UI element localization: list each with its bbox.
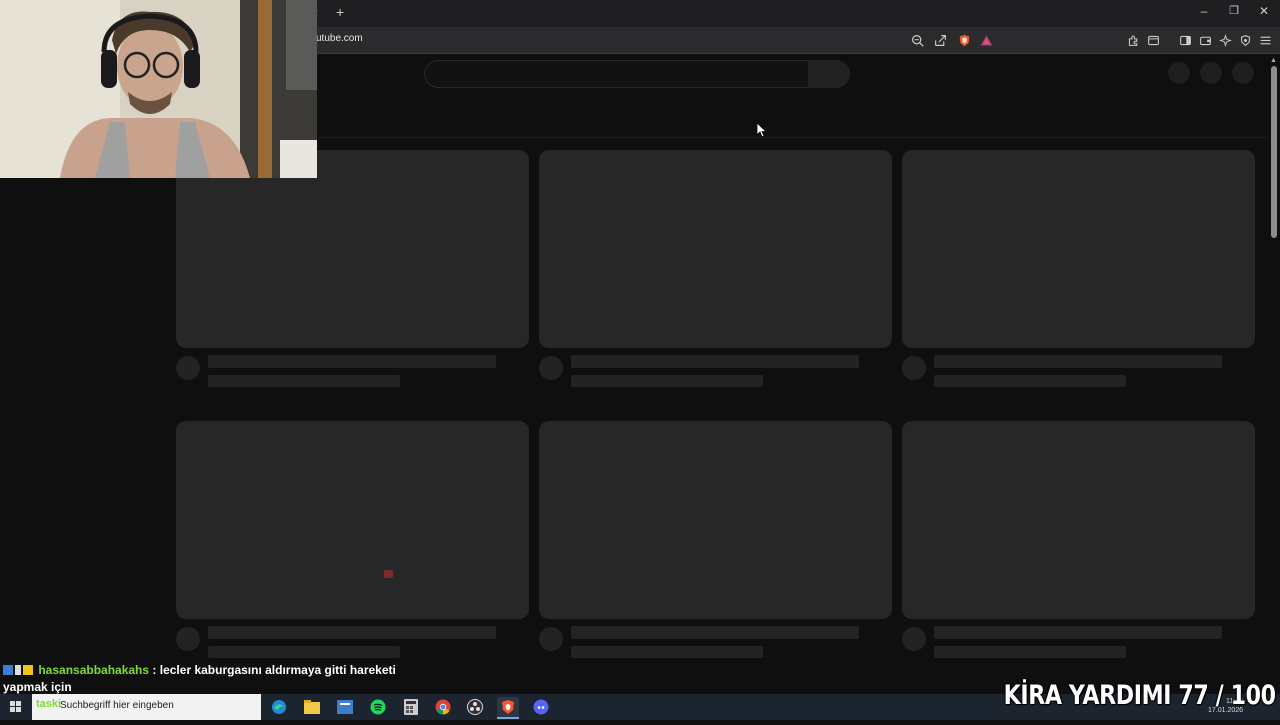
video-meta-placeholder bbox=[208, 646, 400, 658]
app-icon[interactable] bbox=[334, 697, 356, 717]
video-card-skeleton[interactable] bbox=[176, 150, 529, 387]
notifications-icon[interactable] bbox=[1200, 62, 1222, 84]
video-title-placeholder bbox=[934, 355, 1222, 368]
menu-icon[interactable] bbox=[1257, 32, 1273, 48]
discord-icon[interactable] bbox=[530, 697, 552, 717]
channel-avatar[interactable] bbox=[902, 627, 926, 651]
search-button[interactable] bbox=[808, 60, 850, 88]
zoom-icon[interactable] bbox=[909, 32, 925, 48]
video-card-skeleton[interactable] bbox=[902, 150, 1255, 387]
url-field[interactable]: utube.com bbox=[316, 33, 363, 44]
vpn-icon[interactable] bbox=[1237, 32, 1253, 48]
video-title-placeholder bbox=[571, 626, 859, 639]
video-thumbnail[interactable] bbox=[902, 150, 1255, 348]
wallet-icon[interactable] bbox=[1197, 32, 1213, 48]
video-title-placeholder bbox=[208, 626, 496, 639]
video-title-placeholder bbox=[934, 626, 1222, 639]
sidebar-icon[interactable] bbox=[1177, 32, 1193, 48]
leo-ai-icon[interactable] bbox=[1217, 32, 1233, 48]
badge-icon bbox=[3, 665, 13, 675]
search-prefix-text: taski bbox=[36, 698, 62, 710]
calculator-icon[interactable] bbox=[400, 697, 422, 717]
video-title-placeholder bbox=[208, 355, 496, 368]
mouse-cursor-icon bbox=[757, 123, 767, 137]
search-placeholder: Suchbegriff hier eingeben bbox=[60, 700, 174, 711]
brave-shield-icon[interactable] bbox=[956, 32, 972, 48]
video-meta-placeholder bbox=[208, 375, 400, 387]
avatar[interactable] bbox=[1232, 62, 1254, 84]
windows-icon bbox=[10, 701, 21, 712]
extensions-icon[interactable] bbox=[1125, 32, 1141, 48]
channel-avatar[interactable] bbox=[176, 356, 200, 380]
channel-avatar[interactable] bbox=[176, 627, 200, 651]
obs-icon[interactable] bbox=[464, 697, 486, 717]
chat-username: hasansabbahakahs bbox=[38, 663, 150, 677]
scroll-up-icon[interactable]: ▲ bbox=[1270, 57, 1277, 64]
video-thumbnail[interactable] bbox=[539, 421, 892, 619]
search-input[interactable] bbox=[424, 60, 810, 88]
badge-icon bbox=[15, 665, 21, 675]
loading-icon bbox=[384, 570, 393, 578]
scrollbar-thumb[interactable] bbox=[1271, 66, 1277, 238]
badge-icon bbox=[23, 665, 33, 675]
file-explorer-icon[interactable] bbox=[301, 697, 323, 717]
channel-avatar[interactable] bbox=[539, 356, 563, 380]
new-tab-button[interactable]: + bbox=[336, 4, 344, 20]
video-card-skeleton[interactable] bbox=[539, 150, 892, 387]
video-meta-placeholder bbox=[934, 646, 1126, 658]
brave-icon[interactable] bbox=[497, 697, 519, 719]
brave-rewards-icon[interactable] bbox=[978, 32, 994, 48]
video-card-skeleton[interactable] bbox=[902, 421, 1255, 658]
webcam-overlay bbox=[0, 0, 317, 178]
video-thumbnail[interactable] bbox=[539, 150, 892, 348]
video-meta-placeholder bbox=[934, 375, 1126, 387]
tab-search-icon[interactable] bbox=[1145, 32, 1161, 48]
chrome-icon[interactable] bbox=[432, 697, 454, 717]
video-meta-placeholder bbox=[571, 375, 763, 387]
video-title-placeholder bbox=[571, 355, 859, 368]
create-icon[interactable] bbox=[1168, 62, 1190, 84]
edge-icon[interactable] bbox=[268, 697, 290, 717]
channel-avatar[interactable] bbox=[902, 356, 926, 380]
streamer-webcam-image bbox=[0, 0, 317, 178]
channel-avatar[interactable] bbox=[539, 627, 563, 651]
taskbar-search-input[interactable]: taski Suchbegriff hier eingeben bbox=[32, 694, 261, 720]
video-thumbnail[interactable] bbox=[902, 421, 1255, 619]
video-meta-placeholder bbox=[571, 646, 763, 658]
minimize-button[interactable]: – bbox=[1194, 4, 1214, 18]
kira-yardimi-counter: KİRA YARDIMI 77 / 100 bbox=[1004, 680, 1276, 711]
close-button[interactable]: ✕ bbox=[1254, 4, 1274, 18]
share-icon[interactable] bbox=[932, 32, 948, 48]
video-card-skeleton[interactable] bbox=[176, 421, 529, 658]
chat-overlay: hasansabbahakahs : lecler kaburgasını al… bbox=[3, 662, 403, 696]
spotify-icon[interactable] bbox=[367, 697, 389, 717]
video-thumbnail[interactable] bbox=[176, 150, 529, 348]
restore-button[interactable]: ❐ bbox=[1224, 4, 1244, 17]
video-thumbnail[interactable] bbox=[176, 421, 529, 619]
start-button[interactable] bbox=[0, 694, 32, 720]
video-card-skeleton[interactable] bbox=[539, 421, 892, 658]
chat-separator: : bbox=[152, 663, 157, 677]
